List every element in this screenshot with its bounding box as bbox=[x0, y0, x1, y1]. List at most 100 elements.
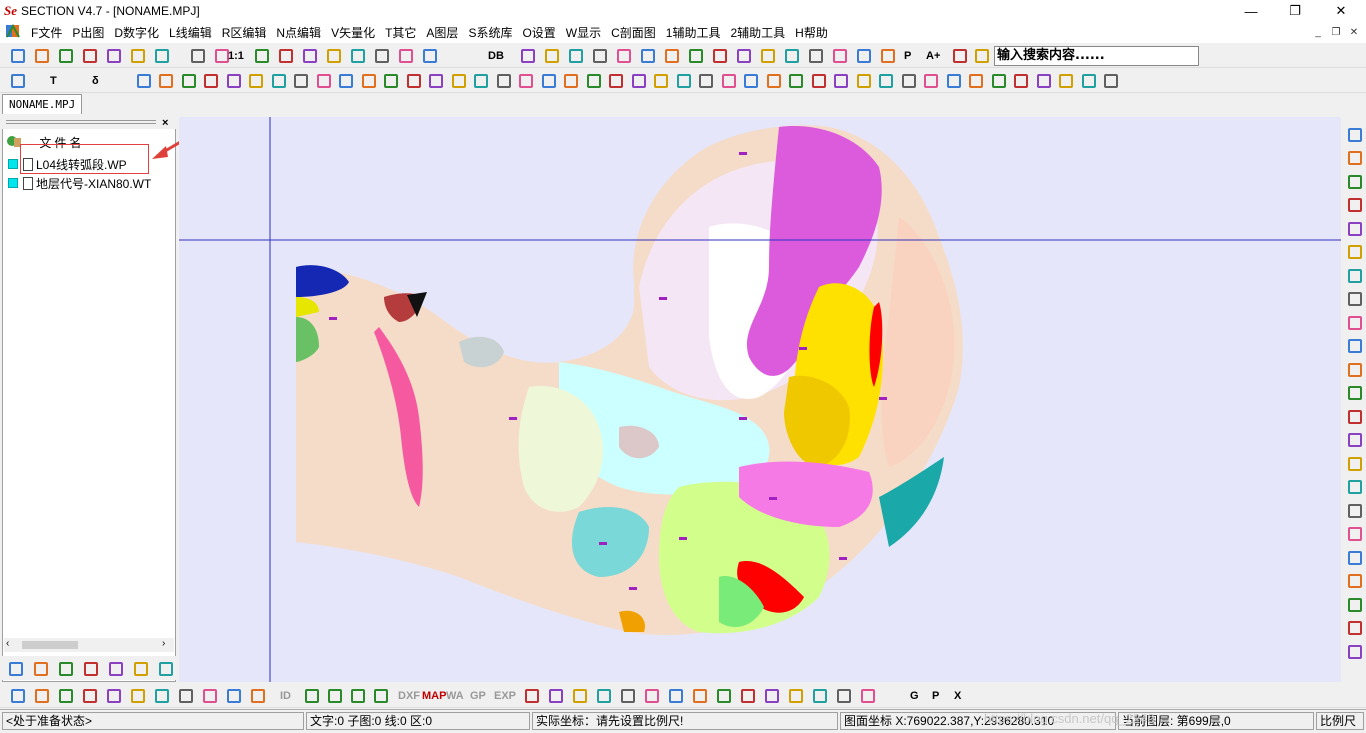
right-tool-18-button[interactable] bbox=[1345, 548, 1364, 567]
bottom-tool-2-button[interactable] bbox=[56, 686, 75, 705]
right-tool-12-button[interactable] bbox=[1345, 407, 1364, 426]
panel-tool-3-button[interactable] bbox=[81, 659, 100, 678]
toolbar2-tool-18-button[interactable] bbox=[539, 71, 558, 90]
mdi-close-button[interactable]: ✕ bbox=[1344, 24, 1364, 41]
arrow-3-button[interactable] bbox=[371, 686, 390, 705]
toolbar2-tool-33-button[interactable] bbox=[877, 71, 896, 90]
right-tool-5-button[interactable] bbox=[1345, 243, 1364, 262]
scroll-right-icon[interactable]: › bbox=[162, 638, 165, 649]
brush-button[interactable] bbox=[972, 46, 991, 65]
toolbar2-tool-1-button[interactable] bbox=[157, 71, 176, 90]
menu-point-edit[interactable]: N点编辑 bbox=[271, 24, 326, 41]
right-tool-6-button[interactable] bbox=[1345, 266, 1364, 285]
open-folder-button[interactable] bbox=[56, 46, 75, 65]
bottom-tool-7-button[interactable] bbox=[176, 686, 195, 705]
arrow-0-button[interactable] bbox=[302, 686, 321, 705]
bottom-tool-10-button[interactable] bbox=[248, 686, 267, 705]
right-tool-7-button[interactable] bbox=[1345, 290, 1364, 309]
toolbar1-tool-6-button[interactable] bbox=[396, 46, 415, 65]
toolbar2-tool-6-button[interactable] bbox=[269, 71, 288, 90]
layer-visible-icon[interactable] bbox=[8, 159, 18, 169]
menu-print[interactable]: P出图 bbox=[67, 24, 109, 41]
toolbar2-tool-36-button[interactable] bbox=[944, 71, 963, 90]
p-text-button[interactable]: P bbox=[904, 46, 911, 65]
zoom-in-button[interactable] bbox=[188, 46, 207, 65]
menu-layer[interactable]: A图层 bbox=[421, 24, 463, 41]
bottom-edit-6-button[interactable] bbox=[666, 686, 685, 705]
map-2-button[interactable]: WA bbox=[446, 686, 464, 705]
toolbar2-tool-5-button[interactable] bbox=[247, 71, 266, 90]
bottom-edit-7-button[interactable] bbox=[690, 686, 709, 705]
toolbar2-tool-31-button[interactable] bbox=[832, 71, 851, 90]
toolbar1-tool-4-button[interactable] bbox=[348, 46, 367, 65]
toolbar2-tool-16-button[interactable] bbox=[494, 71, 513, 90]
map-0-button[interactable]: DXF bbox=[398, 686, 420, 705]
toolbar2-tool-11-button[interactable] bbox=[382, 71, 401, 90]
toolbar2-tool-3-button[interactable] bbox=[202, 71, 221, 90]
bottom-tool-3-button[interactable] bbox=[80, 686, 99, 705]
arrow-2-button[interactable] bbox=[348, 686, 367, 705]
right-tool-15-button[interactable] bbox=[1345, 478, 1364, 497]
right-tool-9-button[interactable] bbox=[1345, 337, 1364, 356]
a-plus-button[interactable]: A+ bbox=[926, 46, 940, 65]
app-menu-icon[interactable] bbox=[0, 23, 26, 42]
panel-tool-1-button[interactable] bbox=[31, 659, 50, 678]
toolbar2-tool-38-button[interactable] bbox=[989, 71, 1008, 90]
bottom-edit-2-button[interactable] bbox=[570, 686, 589, 705]
arrow-1-button[interactable] bbox=[325, 686, 344, 705]
toolbar2-tool-9-button[interactable] bbox=[337, 71, 356, 90]
right-tool-16-button[interactable] bbox=[1345, 501, 1364, 520]
new-file-button[interactable] bbox=[8, 46, 27, 65]
delta-tool-button[interactable]: δ bbox=[92, 71, 99, 90]
toolbar2-tool-41-button[interactable] bbox=[1057, 71, 1076, 90]
bottom-tool-1-button[interactable] bbox=[32, 686, 51, 705]
toolbar1-tool-3-button[interactable] bbox=[324, 46, 343, 65]
bottom-tool-0-button[interactable] bbox=[8, 686, 27, 705]
bottom-edit-5-button[interactable] bbox=[642, 686, 661, 705]
toolbar1-edit-12-button[interactable] bbox=[806, 46, 825, 65]
db-button[interactable]: DB bbox=[488, 46, 504, 65]
menu-system-lib[interactable]: S系统库 bbox=[463, 24, 517, 41]
bottom-edit-12-button[interactable] bbox=[810, 686, 829, 705]
map-canvas[interactable] bbox=[179, 117, 1341, 682]
toolbar1-edit-6-button[interactable] bbox=[662, 46, 681, 65]
menu-digitize[interactable]: D数字化 bbox=[109, 24, 164, 41]
menu-aux-tools-2[interactable]: 2辅助工具 bbox=[725, 24, 790, 41]
right-tool-14-button[interactable] bbox=[1345, 454, 1364, 473]
bottom-tool-6-button[interactable] bbox=[152, 686, 171, 705]
right-tool-1-button[interactable] bbox=[1345, 149, 1364, 168]
bottom-edit-1-button[interactable] bbox=[546, 686, 565, 705]
pen-button[interactable] bbox=[950, 46, 969, 65]
toolbar2-tool-2-button[interactable] bbox=[179, 71, 198, 90]
scroll-left-icon[interactable]: ‹ bbox=[6, 638, 9, 649]
toolbar2-tool-37-button[interactable] bbox=[967, 71, 986, 90]
map-1-button[interactable]: MAP bbox=[422, 686, 446, 705]
menu-file[interactable]: F文件 bbox=[26, 24, 67, 41]
panel-tool-2-button[interactable] bbox=[56, 659, 75, 678]
toolbar2-tool-26-button[interactable] bbox=[719, 71, 738, 90]
toolbar2-tool-22-button[interactable] bbox=[629, 71, 648, 90]
toolbar1-edit-9-button[interactable] bbox=[734, 46, 753, 65]
map-4-button[interactable]: EXP bbox=[494, 686, 516, 705]
minimize-button[interactable]: — bbox=[1228, 0, 1274, 22]
bottom-edit-13-button[interactable] bbox=[834, 686, 853, 705]
toolbar2-tool-32-button[interactable] bbox=[854, 71, 873, 90]
right-tool-20-button[interactable] bbox=[1345, 595, 1364, 614]
toolbar1-tool-0-button[interactable] bbox=[252, 46, 271, 65]
save-copy-button[interactable] bbox=[152, 46, 171, 65]
toolbar2-tool-0-button[interactable] bbox=[134, 71, 153, 90]
menu-help[interactable]: H帮助 bbox=[790, 24, 833, 41]
search-input[interactable]: 输入搜索内容...... bbox=[994, 46, 1199, 66]
toolbar2-tool-21-button[interactable] bbox=[607, 71, 626, 90]
restore-button[interactable]: ❐ bbox=[1272, 0, 1318, 22]
menu-other[interactable]: T其它 bbox=[380, 24, 421, 41]
right-tool-22-button[interactable] bbox=[1345, 642, 1364, 661]
toolbar2-tool-12-button[interactable] bbox=[404, 71, 423, 90]
right-tool-8-button[interactable] bbox=[1345, 313, 1364, 332]
toolbar1-edit-3-button[interactable] bbox=[590, 46, 609, 65]
toolbar1-tool-7-button[interactable] bbox=[420, 46, 439, 65]
select-button[interactable] bbox=[8, 71, 27, 90]
menu-aux-tools-1[interactable]: 1辅助工具 bbox=[661, 24, 726, 41]
toolbar1-edit-14-button[interactable] bbox=[854, 46, 873, 65]
menu-vectorize[interactable]: V矢量化 bbox=[326, 24, 380, 41]
